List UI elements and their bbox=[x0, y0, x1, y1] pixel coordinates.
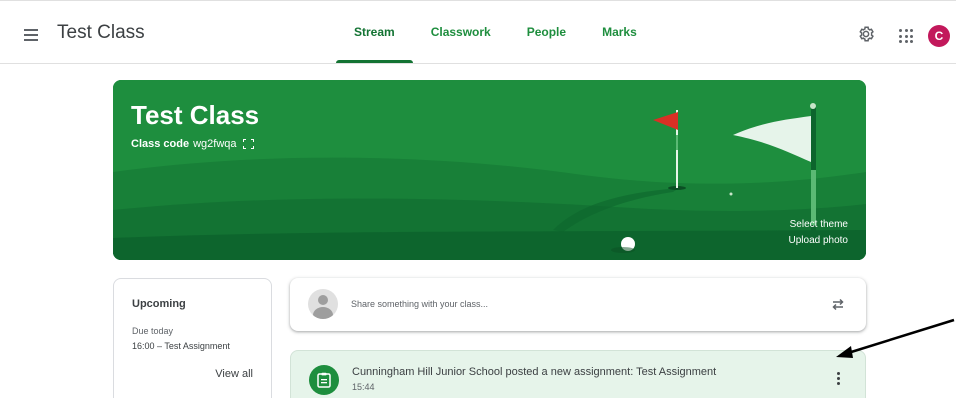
share-input[interactable]: Share something with your class... bbox=[351, 299, 488, 309]
post-timestamp: 15:44 bbox=[352, 382, 375, 392]
apps-grid-icon[interactable] bbox=[899, 29, 913, 43]
fullscreen-expand-icon[interactable] bbox=[242, 139, 254, 149]
post-title[interactable]: Cunningham Hill Junior School posted a n… bbox=[352, 366, 716, 378]
class-code-value: wg2fwqa bbox=[193, 138, 237, 150]
tab-marks[interactable]: Marks bbox=[584, 1, 655, 63]
repost-icon[interactable] bbox=[830, 296, 846, 312]
assignment-icon bbox=[309, 365, 339, 395]
user-avatar-icon bbox=[308, 289, 338, 319]
account-avatar[interactable]: C bbox=[928, 25, 950, 47]
class-code-label: Class code bbox=[131, 138, 190, 150]
assignment-post[interactable]: Cunningham Hill Junior School posted a n… bbox=[290, 350, 866, 398]
view-all-link[interactable]: View all bbox=[215, 368, 253, 380]
more-options-icon[interactable] bbox=[835, 370, 843, 386]
due-today-label: Due today bbox=[132, 326, 174, 336]
select-theme-link[interactable]: Select theme bbox=[790, 219, 848, 230]
class-code-row: Class code wg2fwqa bbox=[131, 138, 254, 150]
gear-icon[interactable] bbox=[857, 25, 875, 43]
tab-classwork[interactable]: Classwork bbox=[413, 1, 509, 63]
hamburger-menu-icon[interactable] bbox=[22, 23, 44, 45]
class-title[interactable]: Test Class bbox=[57, 22, 145, 44]
tab-bar: Stream Classwork People Marks bbox=[336, 1, 655, 63]
tab-stream[interactable]: Stream bbox=[336, 1, 413, 63]
upcoming-card: Upcoming Due today 16:00 – Test Assignme… bbox=[113, 278, 272, 398]
upload-photo-link[interactable]: Upload photo bbox=[789, 235, 849, 246]
upcoming-title: Upcoming bbox=[132, 298, 186, 310]
share-box[interactable]: Share something with your class... bbox=[290, 278, 866, 331]
banner-class-title: Test Class bbox=[131, 100, 260, 130]
top-app-bar: Test Class Stream Classwork People Marks… bbox=[0, 0, 956, 64]
class-banner: Test Class Class code wg2fwqa Select the… bbox=[113, 80, 866, 260]
tab-people[interactable]: People bbox=[509, 1, 584, 63]
upcoming-item[interactable]: 16:00 – Test Assignment bbox=[132, 341, 230, 351]
